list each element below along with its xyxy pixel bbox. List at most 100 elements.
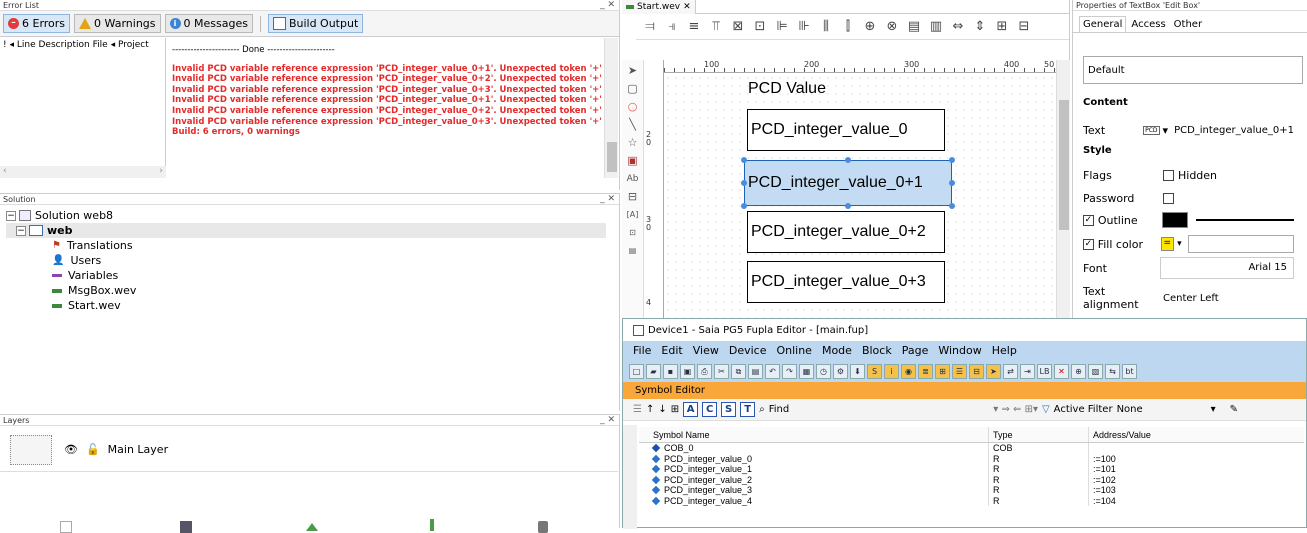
find-label[interactable]: Find — [769, 404, 790, 415]
errors-filter-button[interactable]: –6 Errors — [3, 14, 71, 33]
fill-color-swatch[interactable]: = — [1160, 237, 1175, 251]
button-tool-icon[interactable]: ⊡ — [626, 226, 640, 240]
resize-handle[interactable] — [949, 157, 955, 163]
hidden-checkbox[interactable] — [1163, 169, 1174, 181]
table-row[interactable]: PCD_integer_value_3 R:=103 — [639, 485, 1304, 496]
table-row[interactable]: PCD_integer_value_1 R:=101 — [639, 464, 1304, 475]
build-icon[interactable]: ⚙ — [833, 363, 848, 379]
tree-item-project[interactable]: − web — [6, 223, 606, 238]
output-scrollbar[interactable] — [604, 38, 618, 178]
line-tool-icon[interactable]: ╲ — [626, 118, 640, 132]
label-icon[interactable]: LB — [1037, 363, 1052, 379]
resize-handle[interactable] — [845, 203, 851, 209]
dropdown-arrow-icon[interactable]: ▾ — [1177, 239, 1182, 249]
download-icon[interactable]: ⬇ — [850, 363, 865, 379]
edit-pencil-icon[interactable]: ✎ — [1230, 404, 1238, 415]
watch-icon[interactable]: ◉ — [901, 363, 916, 379]
col-type[interactable]: Type — [989, 427, 1089, 442]
save-icon[interactable]: ▪ — [663, 363, 678, 379]
text-tool-icon[interactable]: Ab — [626, 172, 640, 186]
layer-row[interactable]: 👁 🔓 Main Layer — [64, 443, 168, 456]
col-symbol-name[interactable]: Symbol Name — [639, 427, 989, 442]
print-icon[interactable]: ⎙ — [697, 363, 712, 379]
resize-handle[interactable] — [741, 157, 747, 163]
copy-icon[interactable]: ⧉ — [731, 363, 746, 379]
redo-icon[interactable]: ↷ — [782, 363, 797, 379]
send-back-icon[interactable]: ▥ — [928, 19, 944, 34]
center-v-icon[interactable]: ⊗ — [884, 19, 900, 34]
bring-front-icon[interactable]: ▤ — [906, 19, 922, 34]
cut-icon[interactable]: ✂ — [714, 363, 729, 379]
style-preset-select[interactable]: Default — [1083, 56, 1303, 84]
layer-thumbnail[interactable] — [10, 435, 52, 465]
sym-list-icon[interactable]: ☰ — [952, 363, 967, 379]
sym-edit-icon[interactable]: ⊞ — [935, 363, 950, 379]
delete-icon[interactable]: ✕ — [1054, 363, 1069, 379]
dropdown-arrow-icon[interactable]: ▾ — [1211, 404, 1216, 415]
fill-checkbox[interactable]: ✓ — [1083, 238, 1094, 250]
move-up-icon[interactable] — [306, 523, 318, 531]
resize-handle[interactable] — [741, 203, 747, 209]
menu-device[interactable]: Device — [729, 344, 767, 357]
filter-c-button[interactable]: C — [702, 402, 718, 417]
resize-handle[interactable] — [845, 157, 851, 163]
tree-item-users[interactable]: 👤 Users — [6, 253, 619, 268]
filter-select[interactable]: None — [1117, 404, 1207, 415]
space-icon[interactable]: ⇕ — [972, 19, 988, 34]
new-layer-icon[interactable] — [60, 521, 72, 533]
horizontal-scrollbar[interactable]: ‹ › — [0, 166, 166, 178]
align-right-icon[interactable]: ⫣ — [664, 19, 680, 34]
align-top-icon[interactable]: ⫪ — [708, 19, 724, 34]
col-address[interactable]: Address/Value — [1089, 427, 1289, 442]
table-row[interactable]: PCD_integer_value_0 R:=100 — [639, 453, 1304, 464]
collapse-icon[interactable]: − — [16, 225, 26, 236]
star-tool-icon[interactable]: ☆ — [626, 136, 640, 150]
select-pointer-icon[interactable]: ➤ — [986, 363, 1001, 379]
menu-mode[interactable]: Mode — [822, 344, 852, 357]
outline-checkbox[interactable]: ✓ — [1083, 214, 1094, 226]
jump-icon[interactable]: ⇆ — [1105, 363, 1120, 379]
messages-filter-button[interactable]: i0 Messages — [164, 14, 253, 33]
dropdown-arrow-icon[interactable]: ▾ — [1163, 124, 1169, 137]
tab-other[interactable]: Other — [1171, 17, 1205, 32]
distribute-h-icon[interactable]: ⊫ — [774, 19, 790, 34]
tree-item-msgbox[interactable]: MsgBox.wev — [6, 283, 619, 298]
info-icon[interactable]: i — [884, 363, 899, 379]
menu-view[interactable]: View — [693, 344, 719, 357]
view-icon[interactable]: ☰ — [633, 404, 642, 415]
tree-item-translations[interactable]: ⚑ Translations — [6, 238, 619, 253]
combo-tool-icon[interactable]: [A] — [626, 208, 640, 222]
align-center-icon[interactable]: ≡ — [686, 19, 702, 34]
bit-icon[interactable]: bt — [1122, 363, 1137, 379]
build-output-button[interactable]: Build Output — [267, 14, 364, 33]
panel-controls[interactable]: _ ✕ — [600, 194, 615, 205]
undo-icon[interactable]: ↶ — [765, 363, 780, 379]
heading-text[interactable]: PCD Value — [748, 80, 826, 98]
save-all-icon[interactable]: ▣ — [680, 363, 695, 379]
tab-start-wev[interactable]: Start.wev ✕ — [622, 0, 696, 14]
menu-online[interactable]: Online — [776, 344, 811, 357]
resize-handle[interactable] — [949, 203, 955, 209]
resize-handle[interactable] — [949, 180, 955, 186]
alignment-field[interactable]: Center Left — [1163, 293, 1219, 304]
align-left-icon[interactable]: ⫤ — [642, 19, 658, 34]
distribute-v-icon[interactable]: ⊪ — [796, 19, 812, 34]
resize-handle[interactable] — [741, 180, 747, 186]
tab-access[interactable]: Access — [1128, 17, 1168, 32]
outline-color-swatch[interactable] — [1161, 212, 1188, 228]
table-row[interactable]: PCD_integer_value_4 R:=104 — [639, 495, 1304, 506]
warnings-filter-button[interactable]: 0 Warnings — [74, 14, 161, 33]
filter-s-button[interactable]: S — [721, 402, 737, 417]
menu-window[interactable]: Window — [938, 344, 981, 357]
collapse-icon[interactable]: − — [6, 210, 16, 221]
edit-box[interactable]: PCD_integer_value_0+3 — [747, 261, 945, 303]
edit-box[interactable]: PCD_integer_value_0+2 — [747, 211, 945, 253]
delete-layer-icon[interactable] — [538, 521, 548, 533]
insert-icon[interactable]: ⊕ — [1071, 363, 1086, 379]
nav-icons[interactable]: ▾ ⇒ ⇐ ⊞▾ — [993, 404, 1038, 415]
paste-icon[interactable]: ▤ — [748, 363, 763, 379]
group-icon[interactable]: ⊠ — [730, 19, 746, 34]
same-width-icon[interactable]: ⫼ — [818, 19, 834, 34]
password-checkbox[interactable] — [1163, 192, 1174, 204]
layer-props-icon[interactable] — [180, 521, 192, 533]
